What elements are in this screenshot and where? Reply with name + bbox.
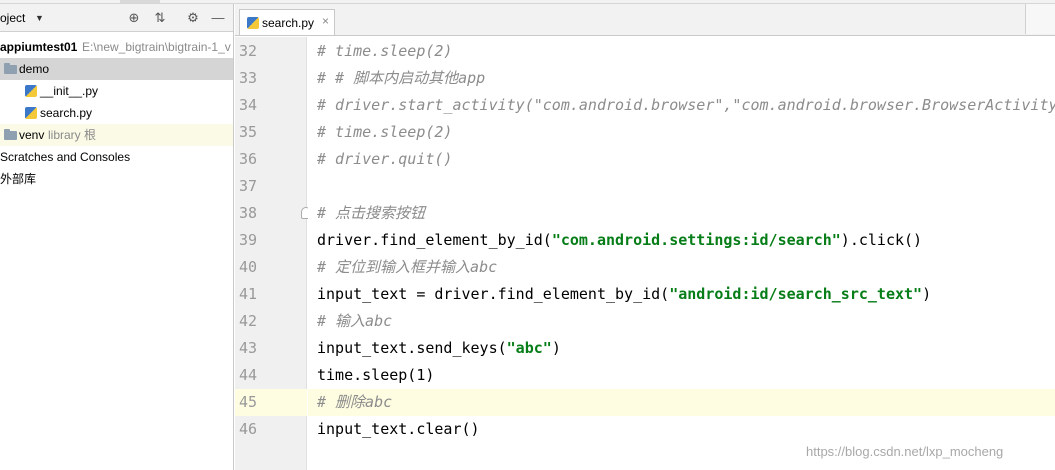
breadcrumb-fragment	[120, 0, 160, 3]
code-token: input_text = driver.find_element_by_id(	[317, 285, 670, 303]
project-root-path: E:\new_bigtrain\bigtrain-1_v	[82, 40, 231, 54]
code-line: # time.sleep(2)	[317, 42, 453, 60]
code-token: )	[922, 285, 932, 303]
tab-search-py[interactable]: search.py ×	[239, 9, 335, 35]
close-icon[interactable]: ×	[322, 14, 329, 28]
locate-target-icon[interactable]: ⊕	[125, 9, 143, 27]
line-number: 33	[238, 69, 257, 87]
line-number: 35	[238, 123, 257, 141]
tree-item-venv[interactable]: venv library 根	[0, 124, 233, 146]
python-file-icon	[25, 107, 37, 119]
library-folder-icon	[4, 129, 17, 140]
project-root-name: appiumtest01	[0, 40, 78, 54]
code-token: ).click()	[840, 231, 923, 249]
collapse-all-icon[interactable]: ⇅	[151, 9, 169, 27]
python-file-icon	[25, 85, 37, 97]
project-view-selector[interactable]: oject	[0, 11, 25, 25]
tree-item-init-py[interactable]: __init__.py	[0, 80, 233, 102]
current-line-highlight	[308, 389, 1055, 416]
tree-item-external-libraries[interactable]: 外部库	[0, 168, 233, 190]
code-line: # 定位到输入框并输入abc	[317, 258, 498, 276]
line-number: 36	[238, 150, 257, 168]
code-token: )	[551, 339, 561, 357]
code-editor[interactable]: # time.sleep(2) # # 脚本内启动其他app # driver.…	[308, 37, 1055, 470]
code-line: # driver.quit()	[317, 150, 453, 168]
editor-tab-menu[interactable]	[1025, 4, 1055, 34]
tab-label: search.py	[262, 16, 315, 30]
code-line: # # 脚本内启动其他app	[317, 69, 486, 87]
tree-item-label: venv	[19, 128, 45, 142]
code-line: input_text.clear()	[317, 420, 480, 438]
tree-item-label: __init__.py	[40, 84, 99, 98]
project-panel: oject ▼ ⊕ ⇅ ⚙ — appiumtest01 E:\new_bigt…	[0, 4, 234, 470]
line-number: 45	[238, 393, 257, 411]
line-number: 41	[238, 285, 257, 303]
code-line: # time.sleep(2)	[317, 123, 453, 141]
tree-item-project-root[interactable]: appiumtest01 E:\new_bigtrain\bigtrain-1_…	[0, 36, 233, 58]
tree-item-label: search.py	[40, 106, 93, 120]
python-file-icon	[247, 17, 259, 29]
line-number-gutter: 32 33 34 35 36 37 38 39 40 41 42 43 44 4…	[235, 37, 311, 470]
line-number: 44	[238, 366, 257, 384]
folder-icon	[4, 63, 17, 74]
string-literal: "android:id/search_src_text"	[669, 285, 923, 303]
code-token: driver.find_element_by_id(	[317, 231, 552, 249]
chevron-down-icon[interactable]: ▼	[35, 13, 44, 23]
line-number: 43	[238, 339, 257, 357]
code-token: input_text.send_keys(	[317, 339, 507, 357]
tree-item-scratches[interactable]: Scratches and Consoles	[0, 146, 233, 168]
tree-item-label: demo	[19, 62, 50, 76]
tree-item-sublabel: library 根	[48, 128, 97, 142]
line-number: 40	[238, 258, 257, 276]
code-line: # 删除abc	[317, 393, 393, 411]
tree-item-search-py[interactable]: search.py	[0, 102, 233, 124]
code-line: input_text = driver.find_element_by_id("…	[317, 281, 931, 308]
project-panel-header: oject ▼ ⊕ ⇅ ⚙ —	[0, 4, 233, 32]
hide-panel-icon[interactable]: —	[209, 9, 227, 27]
line-number: 37	[238, 177, 257, 195]
string-literal: "com.android.settings:id/search"	[551, 231, 841, 249]
watermark: https://blog.csdn.net/lxp_mocheng	[806, 444, 1004, 459]
code-line: # 输入abc	[317, 312, 393, 330]
tree-item-label: 外部库	[0, 172, 37, 186]
line-number: 42	[238, 312, 257, 330]
code-line: # driver.start_activity("com.android.bro…	[317, 96, 1055, 114]
tree-item-demo[interactable]: demo	[0, 58, 233, 80]
editor-tab-bar: search.py ×	[235, 4, 1055, 36]
gear-icon[interactable]: ⚙	[184, 9, 202, 27]
line-number: 46	[238, 420, 257, 438]
code-line: input_text.send_keys("abc")	[317, 335, 561, 362]
code-line: time.sleep(1)	[317, 366, 435, 384]
code-line: # 点击搜索按钮	[317, 204, 426, 222]
line-number: 39	[238, 231, 257, 249]
code-line: driver.find_element_by_id("com.android.s…	[317, 227, 922, 254]
string-literal: "abc"	[506, 339, 552, 357]
line-number: 38	[238, 204, 257, 222]
line-number: 32	[238, 42, 257, 60]
tree-item-label: Scratches and Consoles	[0, 150, 131, 164]
line-number: 34	[238, 96, 257, 114]
